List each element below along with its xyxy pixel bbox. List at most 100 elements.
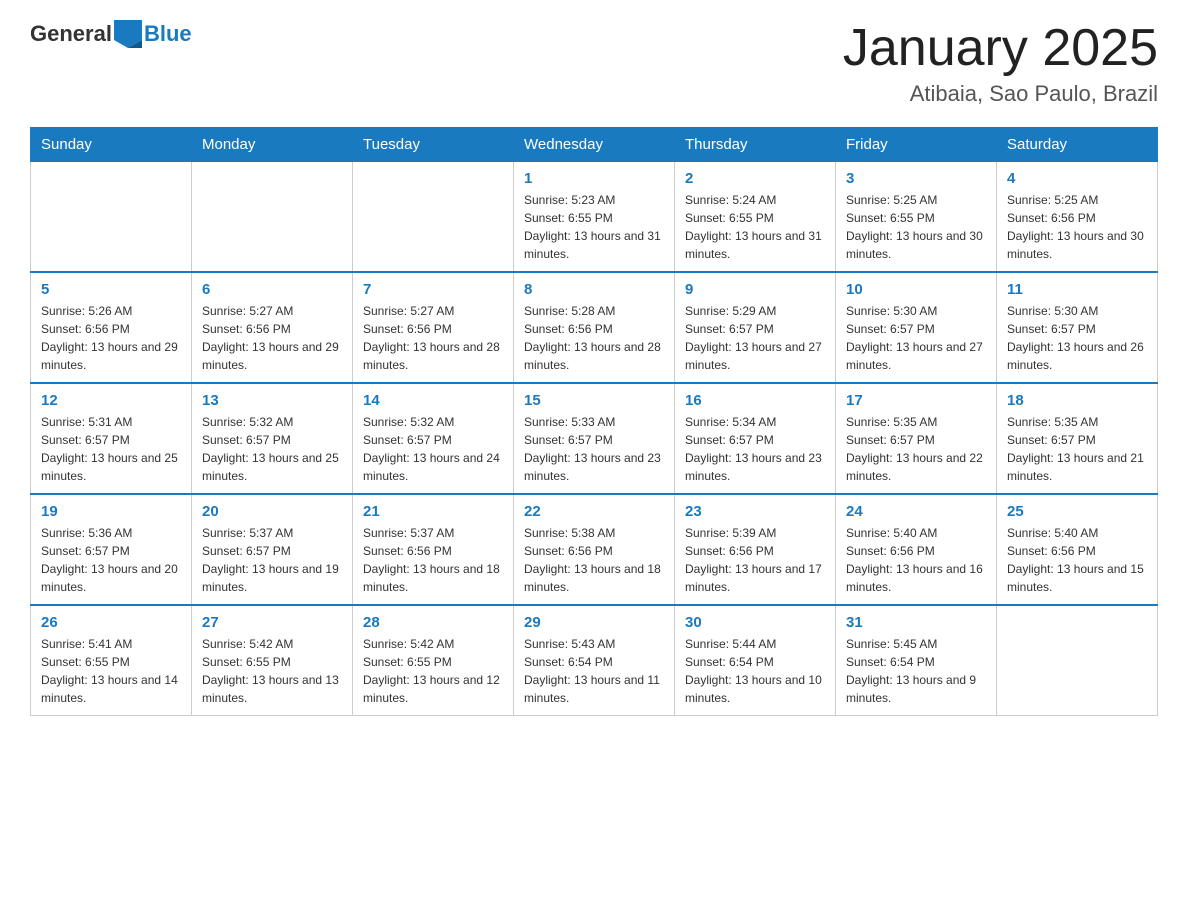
day-info: Sunrise: 5:31 AM Sunset: 6:57 PM Dayligh…	[41, 413, 181, 485]
day-info: Sunrise: 5:42 AM Sunset: 6:55 PM Dayligh…	[202, 635, 342, 707]
calendar-cell: 1 Sunrise: 5:23 AM Sunset: 6:55 PM Daylig…	[514, 162, 675, 273]
calendar-cell: 19 Sunrise: 5:36 AM Sunset: 6:57 PM Dayli…	[31, 494, 192, 605]
day-number: 10	[846, 281, 986, 298]
day-info: Sunrise: 5:43 AM Sunset: 6:54 PM Dayligh…	[524, 635, 664, 707]
day-number: 26	[41, 614, 181, 631]
day-number: 17	[846, 392, 986, 409]
logo-icon	[114, 20, 142, 48]
day-info: Sunrise: 5:40 AM Sunset: 6:56 PM Dayligh…	[846, 524, 986, 596]
calendar-cell: 15 Sunrise: 5:33 AM Sunset: 6:57 PM Dayli…	[514, 383, 675, 494]
header-cell-wednesday: Wednesday	[514, 128, 675, 162]
day-info: Sunrise: 5:30 AM Sunset: 6:57 PM Dayligh…	[1007, 302, 1147, 374]
day-number: 12	[41, 392, 181, 409]
day-number: 25	[1007, 503, 1147, 520]
day-number: 3	[846, 170, 986, 187]
calendar-cell: 10 Sunrise: 5:30 AM Sunset: 6:57 PM Dayli…	[836, 272, 997, 383]
day-info: Sunrise: 5:26 AM Sunset: 6:56 PM Dayligh…	[41, 302, 181, 374]
day-info: Sunrise: 5:32 AM Sunset: 6:57 PM Dayligh…	[202, 413, 342, 485]
header-cell-thursday: Thursday	[675, 128, 836, 162]
day-info: Sunrise: 5:44 AM Sunset: 6:54 PM Dayligh…	[685, 635, 825, 707]
calendar-cell: 21Sunrise: 5:37 AM Sunset: 6:56 PM Dayli…	[353, 494, 514, 605]
calendar-cell: 30Sunrise: 5:44 AM Sunset: 6:54 PM Dayli…	[675, 605, 836, 716]
day-number: 28	[363, 614, 503, 631]
day-info: Sunrise: 5:25 AM Sunset: 6:55 PM Dayligh…	[846, 191, 986, 263]
day-number: 4	[1007, 170, 1147, 187]
day-info: Sunrise: 5:40 AM Sunset: 6:56 PM Dayligh…	[1007, 524, 1147, 596]
calendar-week-row: 5 Sunrise: 5:26 AM Sunset: 6:56 PM Daylig…	[31, 272, 1158, 383]
day-number: 9	[685, 281, 825, 298]
day-info: Sunrise: 5:27 AM Sunset: 6:56 PM Dayligh…	[202, 302, 342, 374]
day-info: Sunrise: 5:39 AM Sunset: 6:56 PM Dayligh…	[685, 524, 825, 596]
calendar-cell	[353, 162, 514, 273]
calendar-cell: 11 Sunrise: 5:30 AM Sunset: 6:57 PM Dayli…	[997, 272, 1158, 383]
calendar-cell: 13 Sunrise: 5:32 AM Sunset: 6:57 PM Dayli…	[192, 383, 353, 494]
day-info: Sunrise: 5:30 AM Sunset: 6:57 PM Dayligh…	[846, 302, 986, 374]
header-cell-saturday: Saturday	[997, 128, 1158, 162]
calendar-cell: 31 Sunrise: 5:45 AM Sunset: 6:54 PM Dayli…	[836, 605, 997, 716]
day-number: 20	[202, 503, 342, 520]
calendar-cell: 29 Sunrise: 5:43 AM Sunset: 6:54 PM Dayli…	[514, 605, 675, 716]
logo-text-general: General	[30, 21, 112, 47]
day-number: 15	[524, 392, 664, 409]
header-cell-friday: Friday	[836, 128, 997, 162]
calendar-cell: 4Sunrise: 5:25 AM Sunset: 6:56 PM Daylig…	[997, 162, 1158, 273]
day-number: 22	[524, 503, 664, 520]
day-number: 29	[524, 614, 664, 631]
calendar-cell: 18 Sunrise: 5:35 AM Sunset: 6:57 PM Dayli…	[997, 383, 1158, 494]
page-header: General Blue January 2025 Atibaia, Sao P…	[30, 20, 1158, 107]
calendar-cell: 26 Sunrise: 5:41 AM Sunset: 6:55 PM Dayli…	[31, 605, 192, 716]
day-info: Sunrise: 5:45 AM Sunset: 6:54 PM Dayligh…	[846, 635, 986, 707]
calendar-cell	[192, 162, 353, 273]
calendar-body: 1 Sunrise: 5:23 AM Sunset: 6:55 PM Daylig…	[31, 162, 1158, 716]
day-number: 23	[685, 503, 825, 520]
day-number: 8	[524, 281, 664, 298]
logo-text-blue: Blue	[144, 21, 192, 47]
day-info: Sunrise: 5:42 AM Sunset: 6:55 PM Dayligh…	[363, 635, 503, 707]
day-number: 6	[202, 281, 342, 298]
header-cell-sunday: Sunday	[31, 128, 192, 162]
header-cell-tuesday: Tuesday	[353, 128, 514, 162]
day-info: Sunrise: 5:23 AM Sunset: 6:55 PM Dayligh…	[524, 191, 664, 263]
calendar-cell: 24 Sunrise: 5:40 AM Sunset: 6:56 PM Dayli…	[836, 494, 997, 605]
day-number: 19	[41, 503, 181, 520]
calendar-week-row: 26 Sunrise: 5:41 AM Sunset: 6:55 PM Dayli…	[31, 605, 1158, 716]
day-number: 5	[41, 281, 181, 298]
day-info: Sunrise: 5:35 AM Sunset: 6:57 PM Dayligh…	[1007, 413, 1147, 485]
calendar-cell: 16Sunrise: 5:34 AM Sunset: 6:57 PM Dayli…	[675, 383, 836, 494]
day-number: 13	[202, 392, 342, 409]
header-cell-monday: Monday	[192, 128, 353, 162]
day-number: 16	[685, 392, 825, 409]
calendar-cell: 28 Sunrise: 5:42 AM Sunset: 6:55 PM Dayli…	[353, 605, 514, 716]
calendar-cell: 8 Sunrise: 5:28 AM Sunset: 6:56 PM Daylig…	[514, 272, 675, 383]
day-number: 14	[363, 392, 503, 409]
calendar-cell	[997, 605, 1158, 716]
day-number: 11	[1007, 281, 1147, 298]
calendar-cell: 23 Sunrise: 5:39 AM Sunset: 6:56 PM Dayli…	[675, 494, 836, 605]
day-number: 21	[363, 503, 503, 520]
calendar-cell: 9Sunrise: 5:29 AM Sunset: 6:57 PM Daylig…	[675, 272, 836, 383]
day-number: 2	[685, 170, 825, 187]
calendar-cell: 2Sunrise: 5:24 AM Sunset: 6:55 PM Daylig…	[675, 162, 836, 273]
month-year-title: January 2025	[843, 20, 1158, 77]
calendar-cell	[31, 162, 192, 273]
calendar-cell: 12 Sunrise: 5:31 AM Sunset: 6:57 PM Dayli…	[31, 383, 192, 494]
day-info: Sunrise: 5:33 AM Sunset: 6:57 PM Dayligh…	[524, 413, 664, 485]
day-number: 7	[363, 281, 503, 298]
calendar-week-row: 19 Sunrise: 5:36 AM Sunset: 6:57 PM Dayli…	[31, 494, 1158, 605]
calendar-cell: 7Sunrise: 5:27 AM Sunset: 6:56 PM Daylig…	[353, 272, 514, 383]
day-number: 24	[846, 503, 986, 520]
day-number: 31	[846, 614, 986, 631]
day-info: Sunrise: 5:35 AM Sunset: 6:57 PM Dayligh…	[846, 413, 986, 485]
day-number: 1	[524, 170, 664, 187]
day-number: 18	[1007, 392, 1147, 409]
calendar-week-row: 12 Sunrise: 5:31 AM Sunset: 6:57 PM Dayli…	[31, 383, 1158, 494]
calendar-cell: 25 Sunrise: 5:40 AM Sunset: 6:56 PM Dayli…	[997, 494, 1158, 605]
calendar-header: SundayMondayTuesdayWednesdayThursdayFrid…	[31, 128, 1158, 162]
calendar-cell: 27Sunrise: 5:42 AM Sunset: 6:55 PM Dayli…	[192, 605, 353, 716]
day-info: Sunrise: 5:28 AM Sunset: 6:56 PM Dayligh…	[524, 302, 664, 374]
day-info: Sunrise: 5:41 AM Sunset: 6:55 PM Dayligh…	[41, 635, 181, 707]
day-info: Sunrise: 5:36 AM Sunset: 6:57 PM Dayligh…	[41, 524, 181, 596]
title-block: January 2025 Atibaia, Sao Paulo, Brazil	[843, 20, 1158, 107]
calendar-cell: 5 Sunrise: 5:26 AM Sunset: 6:56 PM Daylig…	[31, 272, 192, 383]
day-info: Sunrise: 5:32 AM Sunset: 6:57 PM Dayligh…	[363, 413, 503, 485]
